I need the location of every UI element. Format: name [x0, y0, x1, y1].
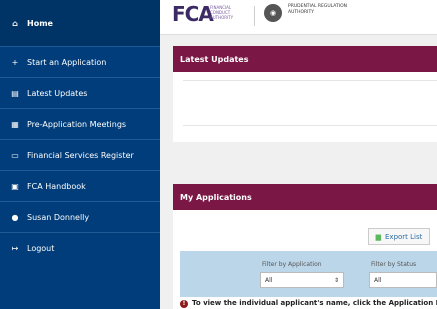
- my-applications-title: My Applications: [180, 192, 252, 202]
- home-icon: ⌂: [12, 18, 18, 28]
- sidebar-item-pre-application-meetings[interactable]: ▦ Pre-Application Meetings: [0, 109, 160, 140]
- user-icon: ●: [11, 212, 19, 222]
- pra-logo-icon: ◉: [264, 4, 282, 22]
- sidebar-item-label: Financial Services Register: [27, 150, 134, 160]
- sidebar-item-label: Home: [27, 18, 53, 28]
- latest-updates-list: [183, 80, 437, 126]
- filter-status-select[interactable]: All: [369, 272, 437, 288]
- sidebar-item-home[interactable]: ⌂ Home: [0, 0, 160, 47]
- filter-panel: Filter by Application All ⇕ Filter by St…: [180, 251, 437, 297]
- applications-info-message: ! To view the individual applicant's name…: [180, 299, 437, 308]
- sidebar-item-user-profile[interactable]: ● Susan Donnelly: [0, 202, 160, 233]
- filter-application-label: Filter by Application: [262, 261, 322, 268]
- sidebar-item-label: Latest Updates: [27, 88, 88, 98]
- fca-logo[interactable]: FCA: [172, 4, 214, 24]
- monitor-icon: ▭: [11, 150, 19, 160]
- sidebar-item-label: Start an Application: [27, 57, 107, 67]
- sidebar-item-financial-services-register[interactable]: ▭ Financial Services Register: [0, 140, 160, 171]
- filter-application-select[interactable]: All ⇕: [260, 272, 344, 288]
- sidebar-item-label: FCA Handbook: [27, 181, 86, 191]
- latest-updates-header: Latest Updates: [173, 46, 437, 72]
- card-icon: ▤: [11, 88, 19, 98]
- sidebar-item-fca-handbook[interactable]: ▣ FCA Handbook: [0, 171, 160, 202]
- sidebar-item-label: Pre-Application Meetings: [27, 119, 127, 129]
- fca-logo-subtitle: FINANCIAL CONDUCT AUTHORITY: [210, 5, 234, 20]
- select-arrows-icon: ⇕: [333, 276, 339, 284]
- sidebar-item-label: Logout: [27, 244, 55, 253]
- pra-logo-text: PRUDENTIAL REGULATION AUTHORITY: [288, 4, 347, 15]
- sidebar: ⌂ Home + Start an Application ▤ Latest U…: [0, 0, 160, 309]
- my-applications-header: My Applications: [173, 184, 437, 210]
- calendar-icon: ▦: [11, 119, 19, 129]
- sidebar-item-start-application[interactable]: + Start an Application: [0, 47, 160, 78]
- exclamation-icon: !: [180, 300, 188, 308]
- book-icon: ▣: [11, 181, 19, 191]
- logo-divider: [254, 6, 255, 26]
- latest-updates-title: Latest Updates: [180, 54, 249, 64]
- export-list-button[interactable]: ▆ Export List: [368, 228, 430, 245]
- spreadsheet-icon: ▆: [375, 232, 381, 241]
- logout-icon: ↦: [11, 244, 19, 253]
- filter-status-label: Filter by Status: [371, 261, 417, 268]
- header-bar: FCA FINANCIAL CONDUCT AUTHORITY ◉ PRUDEN…: [160, 0, 437, 35]
- sidebar-item-latest-updates[interactable]: ▤ Latest Updates: [0, 78, 160, 109]
- sidebar-item-logout[interactable]: ↦ Logout: [0, 233, 160, 264]
- sidebar-item-label: Susan Donnelly: [27, 212, 90, 222]
- plus-icon: +: [11, 57, 19, 67]
